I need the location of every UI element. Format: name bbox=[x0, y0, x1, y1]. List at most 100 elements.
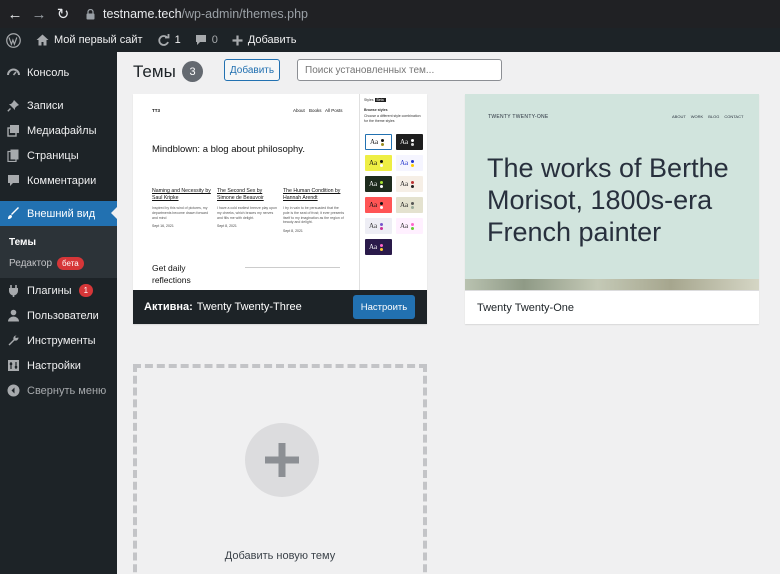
styles-panel-title: Styles Beta bbox=[364, 98, 386, 102]
preview-nav-item: CONTACT bbox=[724, 114, 744, 119]
menu-item-plugins[interactable]: Плагины 1 bbox=[0, 278, 117, 303]
theme-count-badge: 3 bbox=[182, 61, 203, 82]
menu-label: Комментарии bbox=[27, 174, 97, 187]
plugins-update-badge: 1 bbox=[78, 284, 94, 297]
add-theme-button[interactable]: Добавить bbox=[224, 59, 280, 81]
wrench-icon bbox=[7, 334, 20, 347]
submenu-item-themes[interactable]: Темы bbox=[0, 232, 117, 253]
menu-item-tools[interactable]: Инструменты bbox=[0, 328, 117, 353]
menu-item-appearance[interactable]: Внешний вид bbox=[0, 201, 117, 226]
wordpress-logo-icon[interactable] bbox=[0, 28, 29, 52]
menu-label: Инструменты bbox=[27, 334, 96, 347]
preview-nav-item: BLOG bbox=[708, 114, 720, 119]
theme-card-twenty-twenty-one[interactable]: TWENTY TWENTY-ONE ABOUT WORK BLOG CONTAC… bbox=[465, 94, 759, 324]
theme-screenshot: TT3 About Books All Posts Mindblown: a b… bbox=[133, 94, 427, 290]
updates-link[interactable]: 1 bbox=[150, 28, 188, 52]
menu-label: Записи bbox=[27, 99, 64, 112]
url-host: testname.tech bbox=[103, 7, 182, 21]
comment-icon bbox=[7, 174, 20, 187]
preview-nav-item: ABOUT bbox=[672, 114, 686, 119]
new-content-link[interactable]: Добавить bbox=[225, 28, 304, 52]
users-icon bbox=[7, 309, 20, 322]
menu-label: Консоль bbox=[27, 66, 70, 79]
brush-icon bbox=[7, 207, 20, 220]
style-swatch: Aa bbox=[396, 155, 423, 171]
theme-card-active[interactable]: TT3 About Books All Posts Mindblown: a b… bbox=[133, 94, 427, 324]
preview-divider bbox=[245, 267, 340, 268]
media-icon bbox=[7, 124, 20, 137]
search-themes-input[interactable] bbox=[297, 59, 502, 81]
style-swatch: Aa bbox=[365, 176, 392, 192]
screen: ← → ↻ testname.tech/wp-admin/themes.php … bbox=[0, 0, 780, 574]
menu-item-comments[interactable]: Комментарии bbox=[0, 168, 117, 193]
menu-item-settings[interactable]: Настройки bbox=[0, 353, 117, 378]
forward-icon[interactable]: → bbox=[27, 0, 51, 28]
preview-nav-item: About bbox=[293, 108, 305, 113]
preview-nav-item: WORK bbox=[690, 114, 704, 119]
preview-nav-item: All Posts bbox=[325, 108, 343, 113]
menu-label: Страницы bbox=[27, 149, 79, 162]
site-name: Мой первый сайт bbox=[54, 34, 143, 46]
style-swatch: Aa bbox=[365, 134, 392, 150]
pin-icon bbox=[7, 99, 20, 112]
beta-badge: бета bbox=[57, 257, 84, 270]
customize-button[interactable]: Настроить bbox=[353, 295, 415, 319]
menu-label: Медиафайлы bbox=[27, 124, 97, 137]
preview-nav: ABOUT WORK BLOG CONTACT bbox=[672, 114, 743, 119]
updates-icon bbox=[157, 33, 170, 47]
preview-post: The Second Sex by Simone de Beauvoir I h… bbox=[217, 188, 279, 228]
wp-admin-bar: Мой первый сайт 1 0 Добавить bbox=[0, 28, 780, 52]
collapse-icon bbox=[7, 384, 20, 397]
theme-name-bar: Twenty Twenty-One bbox=[465, 290, 759, 324]
menu-item-users[interactable]: Пользователи bbox=[0, 303, 117, 328]
home-icon bbox=[36, 34, 49, 46]
submenu-label: Темы bbox=[9, 237, 36, 248]
back-icon[interactable]: ← bbox=[3, 0, 27, 28]
collapse-menu-button[interactable]: Свернуть меню bbox=[0, 378, 117, 403]
menu-item-pages[interactable]: Страницы bbox=[0, 143, 117, 168]
preview-post-date: Sept 8, 2021 bbox=[283, 229, 303, 234]
appearance-submenu: Темы Редактор бета bbox=[0, 226, 117, 278]
preview-daily-heading: Get daily reflections bbox=[152, 263, 191, 285]
submenu-item-editor[interactable]: Редактор бета bbox=[0, 253, 117, 274]
preview-post-excerpt: Inspired by this wind of pictures, my de… bbox=[152, 206, 209, 220]
preview-nav-item: Books bbox=[309, 108, 322, 113]
preview-post-date: Sept 8, 2021 bbox=[217, 224, 237, 229]
url-path: /wp-admin/themes.php bbox=[181, 7, 308, 21]
preview-headline: The works of Berthe Morisot, 1800s-era F… bbox=[487, 153, 729, 247]
preview-brand: TT3 bbox=[152, 108, 161, 113]
menu-item-posts[interactable]: Записи bbox=[0, 93, 117, 118]
preview-styles-panel: Styles Beta Browse styles Choose a differ… bbox=[359, 94, 427, 290]
address-bar[interactable]: testname.tech/wp-admin/themes.php bbox=[83, 3, 776, 25]
style-swatch: Aa bbox=[396, 218, 423, 234]
menu-item-media[interactable]: Медиафайлы bbox=[0, 118, 117, 143]
style-swatch: Aa bbox=[365, 218, 392, 234]
add-new-theme-card[interactable]: Добавить новую тему bbox=[133, 364, 427, 574]
style-swatch: Aa bbox=[396, 134, 423, 150]
reload-icon[interactable]: ↻ bbox=[51, 0, 75, 28]
comment-icon bbox=[195, 34, 207, 46]
browser-toolbar: ← → ↻ testname.tech/wp-admin/themes.php bbox=[0, 0, 780, 28]
preview-post: Naming and Necessity by Saul Kripke Insp… bbox=[152, 188, 214, 228]
preview-post-title: The Second Sex by Simone de Beauvoir bbox=[217, 188, 264, 201]
plus-icon bbox=[232, 35, 243, 46]
submenu-label: Редактор bbox=[9, 258, 53, 269]
menu-item-dashboard[interactable]: Консоль bbox=[0, 60, 117, 85]
comments-count: 0 bbox=[211, 34, 218, 46]
style-swatch: Aa bbox=[396, 176, 423, 192]
preview-brand: TWENTY TWENTY-ONE bbox=[488, 114, 549, 120]
comments-link[interactable]: 0 bbox=[188, 28, 225, 52]
dashboard-icon bbox=[7, 66, 20, 79]
menu-label: Плагины bbox=[27, 284, 72, 297]
site-name-link[interactable]: Мой первый сайт bbox=[29, 28, 150, 52]
main-content: Темы 3 Добавить TT3 About Books All Post… bbox=[117, 52, 780, 574]
plugin-icon bbox=[7, 284, 20, 297]
preview-post-excerpt: I have a cold earliest breeze play upon … bbox=[217, 206, 277, 220]
menu-label: Пользователи bbox=[27, 309, 99, 322]
updates-count: 1 bbox=[174, 34, 181, 46]
preview-post-title: The Human Condition by Hannah Arendt bbox=[283, 188, 341, 201]
menu-label: Настройки bbox=[27, 359, 81, 372]
active-theme-bar: Активна: Twenty Twenty-Three Настроить bbox=[133, 290, 427, 324]
preview-post: The Human Condition by Hannah Arendt I t… bbox=[283, 188, 345, 233]
style-swatch: Aa bbox=[365, 239, 392, 255]
